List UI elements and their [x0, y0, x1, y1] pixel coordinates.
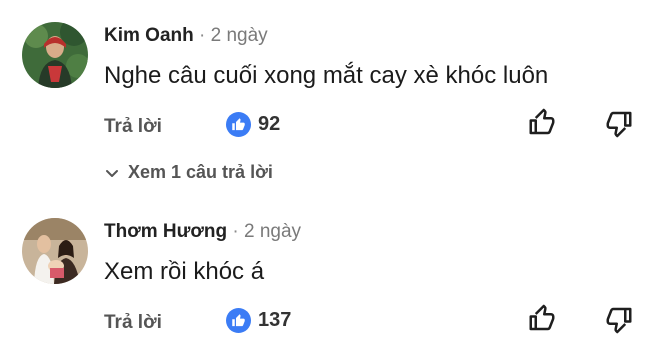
- separator-dot: ·: [199, 25, 206, 46]
- reply-button[interactable]: Trả lời: [104, 312, 162, 334]
- avatar-photo: [22, 218, 88, 284]
- avatar-photo: [22, 22, 88, 88]
- comment-header: Thơm Hương · 2 ngày: [104, 221, 301, 243]
- author-name[interactable]: Kim Oanh: [104, 25, 194, 46]
- like-count: 137: [258, 309, 292, 331]
- comment-text: Xem rồi khóc á: [104, 258, 265, 285]
- timestamp: 2 ngày: [210, 25, 268, 46]
- thumbs-down-icon[interactable]: [604, 108, 634, 138]
- like-reaction[interactable]: 92: [226, 112, 280, 137]
- like-reaction[interactable]: 137: [226, 308, 291, 333]
- thumbs-up-icon[interactable]: [527, 304, 557, 334]
- timestamp: 2 ngày: [243, 221, 302, 242]
- like-icon: [226, 112, 251, 137]
- comment-header: Kim Oanh · 2 ngày: [104, 25, 268, 47]
- author-name[interactable]: Thơm Hương: [104, 221, 227, 242]
- avatar[interactable]: [22, 22, 88, 88]
- thumbs-up-icon[interactable]: [527, 108, 557, 138]
- separator-dot: ·: [232, 221, 239, 242]
- comment-text: Nghe câu cuối xong mắt cay xè khóc luôn: [104, 62, 549, 89]
- view-replies-label: Xem 1 câu trả lời: [128, 162, 273, 182]
- chevron-down-icon: [106, 169, 118, 177]
- reply-button[interactable]: Trả lời: [104, 116, 162, 138]
- view-replies-button[interactable]: Xem 1 câu trả lời: [104, 162, 273, 183]
- avatar[interactable]: [22, 218, 88, 284]
- like-icon: [226, 308, 251, 333]
- like-count: 92: [258, 113, 281, 135]
- thumbs-down-icon[interactable]: [604, 304, 634, 334]
